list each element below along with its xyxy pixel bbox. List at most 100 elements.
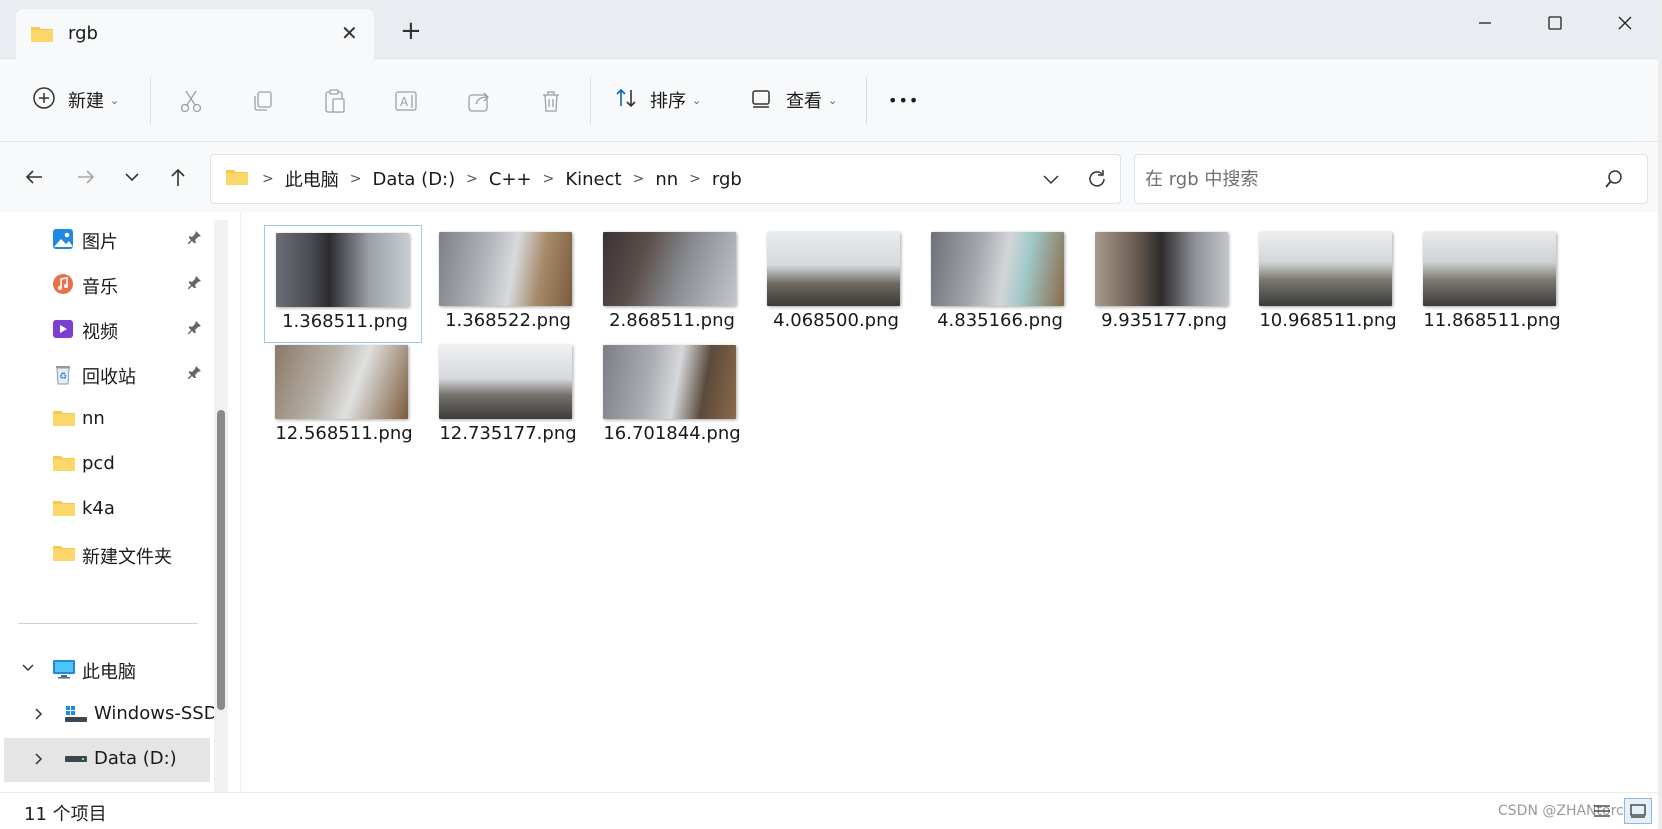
file-tile[interactable]: 4.068500.png: [756, 225, 914, 343]
view-label: 查看: [786, 91, 822, 112]
details-view-icon[interactable]: [1588, 798, 1616, 824]
title-bar: rgb ✕ +: [0, 0, 1662, 59]
sidebar-item-k4a[interactable]: k4a: [0, 488, 210, 532]
sidebar-item-recycle-bin[interactable]: ♻ 回收站: [0, 353, 210, 397]
cut-icon[interactable]: [176, 86, 206, 116]
chevron-right-icon[interactable]: [32, 706, 46, 727]
sort-button[interactable]: 排序 ⌄: [614, 83, 701, 117]
file-tile[interactable]: 2.868511.png: [592, 225, 750, 343]
sidebar-item-label: nn: [82, 408, 105, 429]
close-tab-icon[interactable]: ✕: [341, 21, 358, 45]
large-icons-view-icon[interactable]: [1624, 798, 1652, 824]
sidebar-item-nn[interactable]: nn: [0, 398, 210, 442]
sidebar-item-label: 图片: [82, 232, 118, 253]
file-name: 10.968511.png: [1259, 310, 1397, 331]
chevron-down-icon: ⌄: [110, 93, 120, 107]
search-box[interactable]: [1134, 154, 1648, 204]
sidebar-item-label: k4a: [82, 498, 115, 519]
share-icon[interactable]: [464, 86, 494, 116]
file-tile[interactable]: 12.735177.png: [428, 338, 586, 456]
sidebar-item-label: 音乐: [82, 277, 118, 298]
pin-icon: [188, 275, 202, 293]
file-tile[interactable]: 10.968511.png: [1248, 225, 1406, 343]
image-thumbnail: [1259, 232, 1392, 306]
paste-icon[interactable]: [320, 86, 350, 116]
recent-locations-icon[interactable]: [118, 163, 146, 191]
breadcrumb-separator-icon[interactable]: >: [689, 171, 701, 187]
sidebar-item-videos[interactable]: 视频: [0, 308, 210, 352]
divider: [866, 77, 867, 125]
close-icon[interactable]: [1600, 8, 1650, 38]
chevron-down-icon[interactable]: [20, 660, 36, 681]
forward-icon[interactable]: [72, 163, 100, 191]
status-bar: 11 个项目 CSDN @ZHANtorcal: [0, 792, 1662, 829]
sidebar-item-label: 回收站: [82, 367, 136, 388]
chevron-down-icon: ⌄: [828, 93, 838, 107]
sidebar-item-this-pc[interactable]: 此电脑: [0, 648, 210, 692]
folder-icon: [30, 24, 54, 48]
image-thumbnail: [276, 233, 409, 307]
file-tile[interactable]: 16.701844.png: [592, 338, 750, 456]
chevron-down-icon: ⌄: [692, 93, 702, 107]
delete-icon[interactable]: [536, 86, 566, 116]
sidebar-item-pcd[interactable]: pcd: [0, 443, 210, 487]
breadcrumb-kinect[interactable]: Kinect: [565, 169, 621, 190]
breadcrumb-nn[interactable]: nn: [655, 169, 678, 190]
file-tile[interactable]: 9.935177.png: [1084, 225, 1242, 343]
image-thumbnail: [603, 232, 736, 306]
tab-rgb[interactable]: rgb ✕: [16, 9, 374, 59]
copy-icon[interactable]: [248, 86, 278, 116]
sidebar-item-label: 此电脑: [82, 662, 136, 683]
sidebar-item-pictures[interactable]: 图片: [0, 218, 210, 262]
breadcrumb-separator-icon[interactable]: >: [466, 171, 478, 187]
search-input[interactable]: [1145, 165, 1585, 193]
computer-icon: [52, 658, 76, 685]
file-tile[interactable]: 1.368511.png: [264, 225, 422, 343]
file-name: 4.835166.png: [937, 310, 1063, 331]
image-thumbnail: [275, 345, 408, 419]
address-bar[interactable]: > 此电脑 > Data (D:) > C++ > Kinect > nn > …: [210, 154, 1121, 204]
file-tile[interactable]: 4.835166.png: [920, 225, 1078, 343]
sidebar-item-data-d[interactable]: Data (D:): [4, 738, 210, 782]
scrollbar-thumb[interactable]: [217, 410, 225, 710]
file-tile[interactable]: 12.568511.png: [264, 338, 422, 456]
navigation-pane: 图片 音乐 视频 ♻ 回收站 nn pcd k4a 新建文件夹 此电脑 Wind…: [0, 212, 232, 792]
image-thumbnail: [767, 232, 900, 306]
navigation-row: > 此电脑 > Data (D:) > C++ > Kinect > nn > …: [0, 142, 1662, 212]
refresh-icon[interactable]: [1083, 165, 1111, 193]
sidebar-item-new-folder[interactable]: 新建文件夹: [0, 533, 210, 577]
svg-text:♻: ♻: [59, 372, 67, 382]
back-icon[interactable]: [20, 163, 48, 191]
minimize-icon[interactable]: [1460, 8, 1510, 38]
breadcrumb-separator-icon[interactable]: >: [543, 171, 555, 187]
rename-icon[interactable]: A: [392, 86, 422, 116]
breadcrumb-rgb[interactable]: rgb: [712, 169, 742, 190]
address-dropdown-icon[interactable]: [1037, 165, 1065, 193]
view-button[interactable]: 查看 ⌄: [750, 83, 837, 117]
file-tile[interactable]: 11.868511.png: [1412, 225, 1570, 343]
window-edge: [1658, 0, 1662, 829]
search-icon[interactable]: [1603, 168, 1625, 194]
new-button[interactable]: 新建 ⌄: [32, 83, 119, 117]
folder-icon: [52, 498, 76, 523]
pictures-icon: [52, 228, 74, 255]
breadcrumb-data-d[interactable]: Data (D:): [372, 169, 455, 190]
breadcrumb-cpp[interactable]: C++: [489, 169, 532, 190]
folder-icon: [52, 543, 76, 568]
sidebar-scrollbar[interactable]: [214, 220, 228, 792]
new-tab-button[interactable]: +: [400, 18, 422, 44]
breadcrumb-this-pc[interactable]: 此电脑: [285, 166, 339, 192]
maximize-icon[interactable]: [1530, 8, 1580, 38]
sidebar-item-music[interactable]: 音乐: [0, 263, 210, 307]
sidebar-item-windows-ssd[interactable]: Windows-SSD: [0, 693, 218, 737]
file-name: 9.935177.png: [1101, 310, 1227, 331]
folder-icon: [225, 167, 249, 192]
breadcrumb-separator-icon[interactable]: >: [350, 171, 362, 187]
up-icon[interactable]: [164, 163, 192, 191]
chevron-right-icon[interactable]: [32, 751, 46, 772]
file-tile[interactable]: 1.368522.png: [428, 225, 586, 343]
breadcrumb-separator-icon[interactable]: >: [633, 171, 645, 187]
more-options-button[interactable]: •••: [888, 83, 919, 117]
file-name: 12.735177.png: [439, 423, 577, 444]
breadcrumb-separator-icon[interactable]: >: [262, 171, 274, 187]
